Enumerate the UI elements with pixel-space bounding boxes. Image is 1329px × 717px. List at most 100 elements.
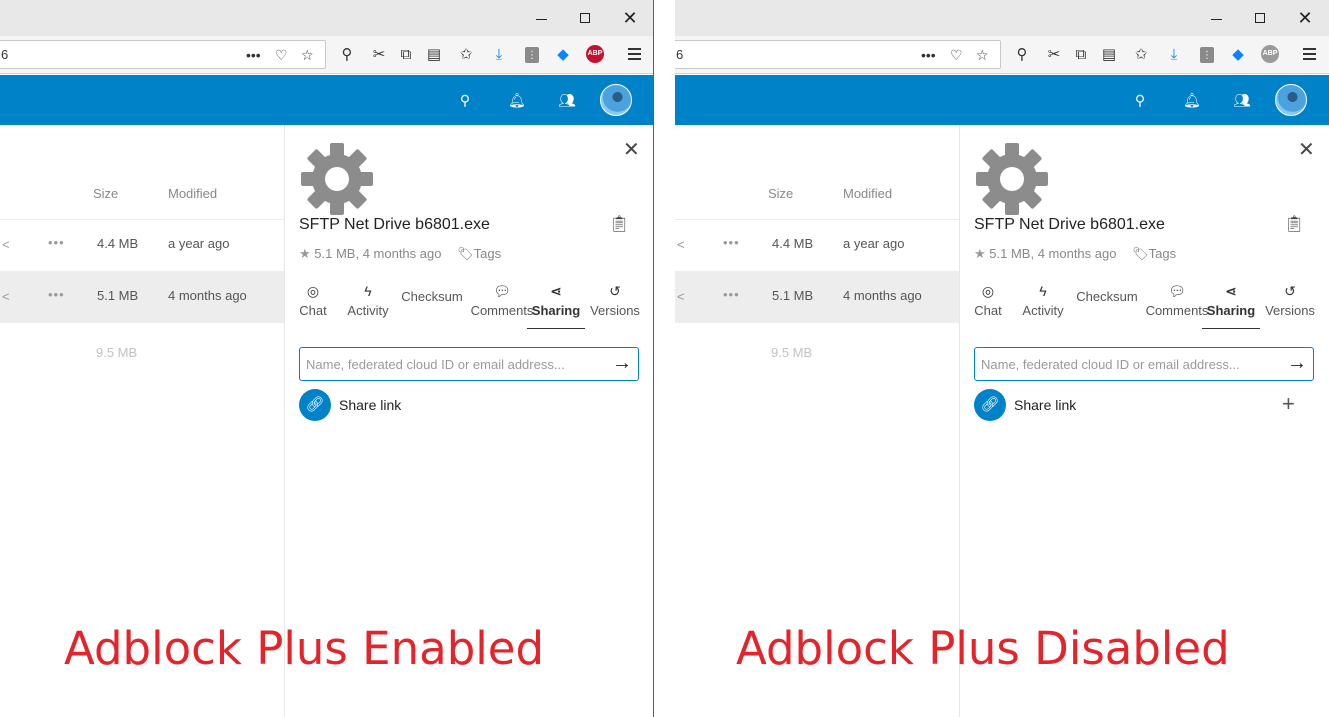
share-icon[interactable]: < <box>2 237 10 252</box>
total-size: 9.5 MB <box>771 345 813 360</box>
tag-icon[interactable]: 🏷︎ <box>1132 246 1149 261</box>
tab-chat[interactable]: ◎ Chat <box>295 283 331 327</box>
link-icon: 🔗︎ <box>299 389 331 421</box>
panel-gap <box>654 0 675 717</box>
share-icon[interactable]: < <box>677 289 685 304</box>
table-row[interactable]: < ••• 4.4 MB a year ago <box>0 219 284 271</box>
more-actions-icon[interactable]: ••• <box>48 235 65 250</box>
search-icon[interactable]: ⚲ <box>1013 46 1031 64</box>
column-header-size[interactable]: Size <box>93 186 118 201</box>
bookmarks-icon[interactable]: ✩ <box>457 46 475 64</box>
clipboard-icon[interactable]: ▤ <box>425 46 443 64</box>
share-link-label: Share link <box>1014 397 1077 413</box>
extension-icon[interactable]: ⋮ <box>525 47 539 63</box>
window-titlebar: ✕ <box>675 0 1329 36</box>
cut-icon[interactable]: ✂ <box>1045 46 1063 64</box>
copy-link-icon[interactable]: 📋︎ <box>1284 214 1304 234</box>
table-row[interactable]: < ••• 5.1 MB 4 months ago <box>675 271 959 323</box>
file-meta: ★ 5.1 MB, 4 months ago 🏷︎Tags <box>974 246 1176 262</box>
tab-sharing[interactable]: ⋖ Sharing <box>527 283 585 329</box>
file-name: SFTP Net Drive b6801.exe <box>299 216 490 233</box>
tab-versions[interactable]: ↺ Versions <box>1262 283 1318 327</box>
table-row[interactable]: < ••• 4.4 MB a year ago <box>675 219 959 271</box>
tab-checksum[interactable]: Checksum <box>399 287 465 331</box>
caption-adblock-enabled: Adblock Plus Enabled <box>64 622 545 675</box>
maximize-button[interactable] <box>573 6 597 30</box>
submit-arrow-icon[interactable]: → <box>1287 352 1307 375</box>
file-size: 4.4 MB <box>97 236 139 251</box>
contacts-icon[interactable]: 👥︎ <box>558 92 576 108</box>
share-icon[interactable]: < <box>677 237 685 252</box>
clipboard-icon[interactable]: ▤ <box>1100 46 1118 64</box>
share-icon[interactable]: < <box>2 289 10 304</box>
tags-label[interactable]: Tags <box>1149 246 1176 261</box>
extension-icon[interactable]: ⋮ <box>1200 47 1214 63</box>
more-actions-icon[interactable]: ••• <box>48 287 65 302</box>
container-extension-icon[interactable]: ◆ <box>1229 46 1247 64</box>
close-sidebar-icon[interactable]: ✕ <box>1298 137 1315 162</box>
close-sidebar-icon[interactable]: ✕ <box>623 137 640 162</box>
file-size: 5.1 MB <box>97 288 139 303</box>
more-actions-icon[interactable]: ••• <box>723 287 740 302</box>
maximize-button[interactable] <box>1248 6 1272 30</box>
download-icon[interactable]: ⤓ <box>490 46 508 64</box>
cut-icon[interactable]: ✂ <box>370 46 388 64</box>
tab-sharing[interactable]: ⋖ Sharing <box>1202 283 1260 329</box>
gear-file-icon <box>976 143 1048 215</box>
user-avatar[interactable] <box>1275 84 1307 116</box>
copy-icon[interactable]: ⧉ <box>397 46 415 64</box>
search-icon[interactable]: ⚲ <box>457 92 473 108</box>
copy-icon[interactable]: ⧉ <box>1072 46 1090 64</box>
pocket-icon[interactable]: ♡ <box>275 47 288 64</box>
bookmark-star-icon[interactable]: ☆ <box>976 47 989 64</box>
container-extension-icon[interactable]: ◆ <box>554 46 572 64</box>
tag-icon[interactable]: 🏷︎ <box>457 246 474 261</box>
tab-chat[interactable]: ◎ Chat <box>970 283 1006 327</box>
close-window-button[interactable]: ✕ <box>1293 6 1317 30</box>
minimize-button[interactable] <box>529 6 553 30</box>
user-avatar[interactable] <box>600 84 632 116</box>
column-header-modified[interactable]: Modified <box>843 186 892 201</box>
favorite-star-icon[interactable]: ★ <box>974 246 986 261</box>
column-header-modified[interactable]: Modified <box>168 186 217 201</box>
tab-comments[interactable]: 💬︎ Comments <box>469 283 535 327</box>
tab-activity[interactable]: ϟ Activity <box>339 283 397 327</box>
url-text: 6 <box>676 47 684 62</box>
favorite-star-icon[interactable]: ★ <box>299 246 311 261</box>
url-bar[interactable]: 6 ••• ♡ ☆ <box>675 40 1001 69</box>
menu-icon[interactable] <box>1303 48 1316 60</box>
notifications-bell-icon[interactable]: 🔔︎ <box>508 92 526 108</box>
url-bar[interactable]: 6 ••• ♡ ☆ <box>0 40 326 69</box>
table-row[interactable]: < ••• 5.1 MB 4 months ago <box>0 271 284 323</box>
search-icon[interactable]: ⚲ <box>338 46 356 64</box>
share-recipient-input[interactable] <box>981 354 1281 374</box>
pocket-icon[interactable]: ♡ <box>950 47 963 64</box>
share-recipient-input[interactable] <box>306 354 606 374</box>
tab-checksum[interactable]: Checksum <box>1074 287 1140 331</box>
tab-activity[interactable]: ϟ Activity <box>1014 283 1072 327</box>
submit-arrow-icon[interactable]: → <box>612 352 632 375</box>
tab-versions[interactable]: ↺ Versions <box>587 283 643 327</box>
file-size: 4.4 MB <box>772 236 814 251</box>
close-window-button[interactable]: ✕ <box>618 6 642 30</box>
contacts-icon[interactable]: 👥︎ <box>1233 92 1251 108</box>
minimize-button[interactable] <box>1204 6 1228 30</box>
page-actions-icon[interactable]: ••• <box>921 47 936 63</box>
search-icon[interactable]: ⚲ <box>1132 92 1148 108</box>
page-actions-icon[interactable]: ••• <box>246 47 261 63</box>
more-actions-icon[interactable]: ••• <box>723 235 740 250</box>
notifications-bell-icon[interactable]: 🔔︎ <box>1183 92 1201 108</box>
tab-comments[interactable]: 💬︎ Comments <box>1144 283 1210 327</box>
tags-label[interactable]: Tags <box>474 246 501 261</box>
column-header-size[interactable]: Size <box>768 186 793 201</box>
adblock-plus-icon[interactable]: ABP <box>586 45 604 63</box>
bookmark-star-icon[interactable]: ☆ <box>301 47 314 64</box>
chat-icon: ◎ <box>981 283 995 299</box>
adblock-plus-icon[interactable]: ABP <box>1261 45 1279 63</box>
comment-icon: 💬︎ <box>1168 283 1186 299</box>
download-icon[interactable]: ⤓ <box>1165 46 1183 64</box>
bookmarks-icon[interactable]: ✩ <box>1132 46 1150 64</box>
add-share-link-icon[interactable]: + <box>1282 391 1295 417</box>
menu-icon[interactable] <box>628 48 641 60</box>
copy-link-icon[interactable]: 📋︎ <box>609 214 629 234</box>
